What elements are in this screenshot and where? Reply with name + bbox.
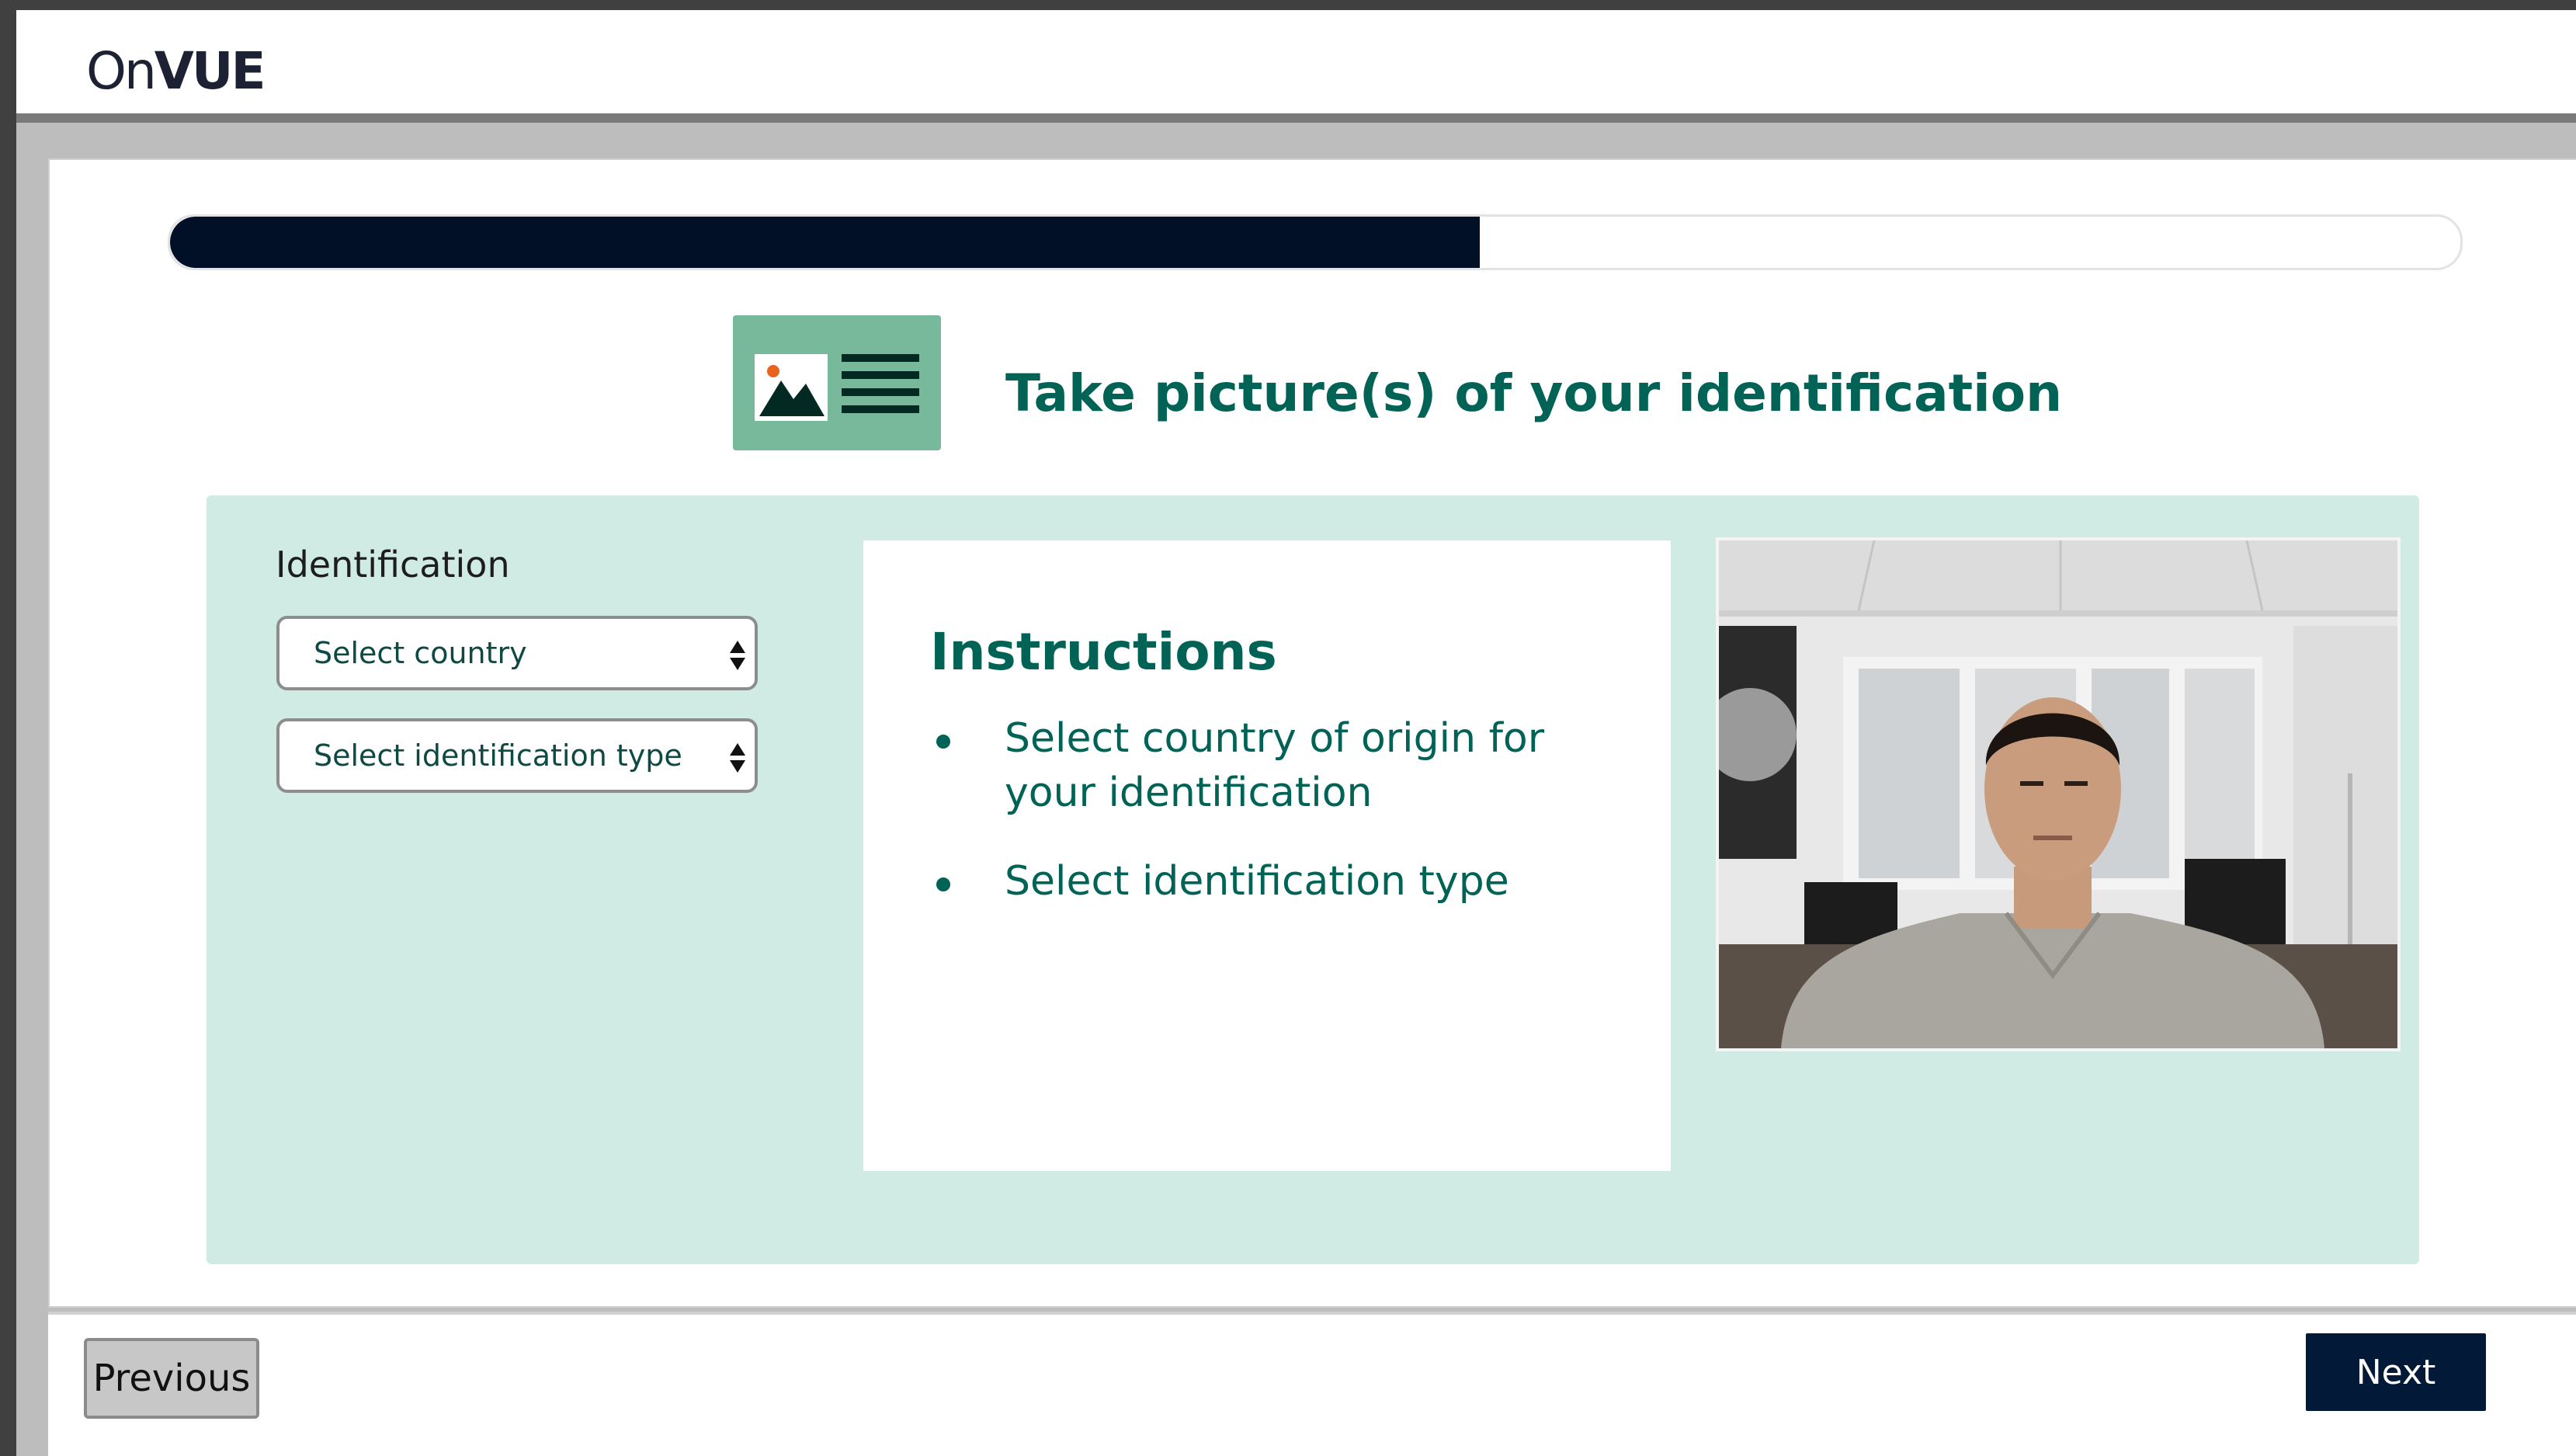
select-arrows-icon [730, 743, 745, 773]
instruction-text: Select country of origin for your identi… [1005, 715, 1545, 816]
instructions-title: Instructions [930, 622, 1277, 682]
webcam-preview-icon [1719, 540, 2397, 1048]
footer-bar: Previous Next [48, 1315, 2576, 1456]
bullet-icon [936, 877, 950, 891]
logo-text: OnVUE [86, 41, 266, 101]
id-capture-card: Identification Select country Select ide… [207, 495, 2419, 1264]
onvue-logo: OnVUE [86, 26, 273, 111]
bullet-icon [936, 735, 950, 749]
next-button[interactable]: Next [2306, 1333, 2486, 1411]
instruction-item: Select identification type [930, 854, 1629, 909]
exam-window: OnVUE Take picture(s) of your identifica… [16, 10, 2576, 1456]
previous-button[interactable]: Previous [84, 1338, 259, 1419]
logo-vue: VUE [154, 41, 266, 101]
logo-on: On [86, 41, 157, 101]
progress-bar [168, 214, 2463, 270]
country-select-value: Select country [314, 636, 527, 670]
page-title: Take picture(s) of your identification [1005, 363, 2063, 423]
country-select[interactable]: Select country [276, 616, 758, 690]
instructions-box: Instructions Select country of origin fo… [863, 540, 1671, 1171]
main-panel: Take picture(s) of your identification I… [48, 158, 2576, 1308]
identification-label: Identification [276, 544, 510, 586]
select-arrows-icon [730, 641, 745, 670]
instructions-list: Select country of origin for your identi… [930, 711, 1629, 943]
id-card-icon [733, 315, 941, 450]
id-type-select[interactable]: Select identification type [276, 718, 758, 793]
id-type-select-value: Select identification type [314, 738, 682, 773]
progress-fill [170, 217, 1481, 268]
instruction-text: Select identification type [1005, 858, 1509, 905]
top-bar: OnVUE [16, 10, 2576, 123]
instruction-item: Select country of origin for your identi… [930, 711, 1629, 820]
webcam-preview [1716, 537, 2401, 1051]
